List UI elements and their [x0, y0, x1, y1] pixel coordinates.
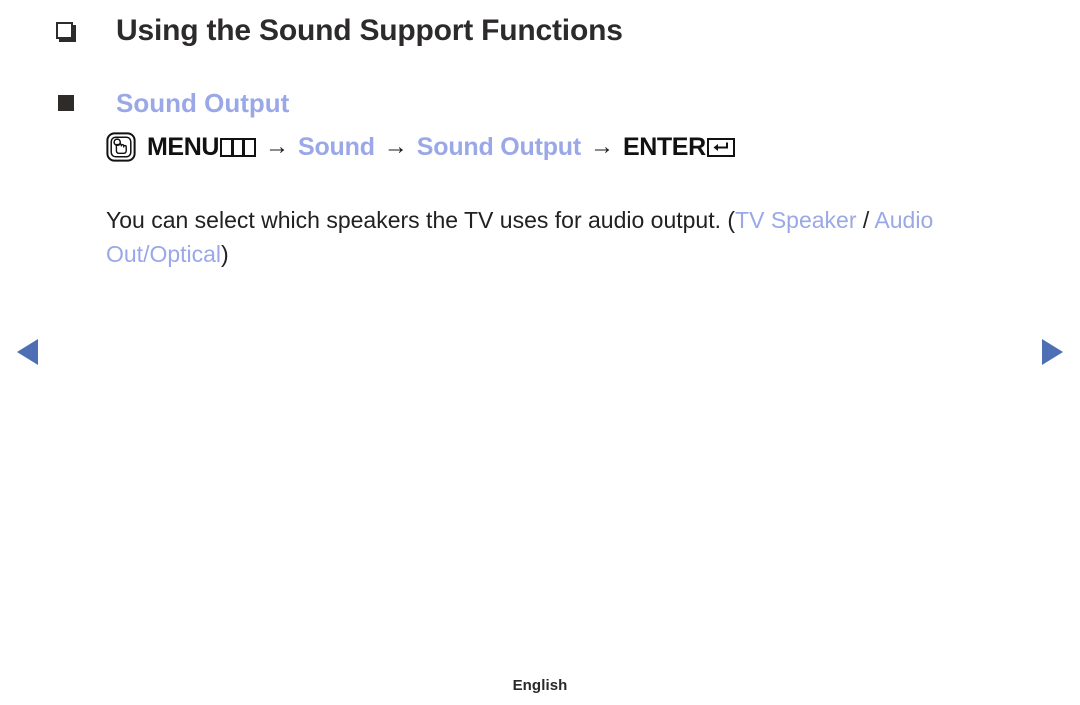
section-title-row: Sound Output: [58, 85, 289, 121]
description-paragraph: You can select which speakers the TV use…: [106, 203, 986, 271]
description-separator: /: [856, 207, 875, 233]
next-arrow-icon[interactable]: [1042, 339, 1063, 365]
menu-label: MENU: [147, 133, 220, 161]
menu-columns-icon: [220, 137, 257, 157]
hollow-square-bullet-icon: [56, 22, 73, 39]
filled-square-bullet-icon: [58, 95, 74, 111]
enter-label: ENTER: [623, 133, 706, 161]
remote-button-press-icon: [106, 132, 136, 162]
page-root: Using the Sound Support Functions Sound …: [0, 0, 1080, 705]
path-arrow-3: →: [590, 133, 614, 160]
description-part-1: You can select which speakers the TV use…: [106, 207, 736, 233]
option-tv-speaker: TV Speaker: [735, 207, 857, 233]
footer-language: English: [512, 677, 568, 694]
menu-step-sound[interactable]: Sound: [298, 131, 375, 163]
section-title: Sound Output: [116, 88, 290, 118]
prev-arrow-icon[interactable]: [17, 339, 38, 365]
enter-return-arrow-icon: [706, 137, 735, 157]
menu-step-sound-output[interactable]: Sound Output: [417, 131, 581, 163]
path-arrow-1: →: [265, 133, 290, 160]
menu-path-line: MENU → Sound → Sound Output → ENTER: [106, 131, 735, 163]
page-title-row: Using the Sound Support Functions: [56, 10, 623, 52]
page-title: Using the Sound Support Functions: [116, 14, 623, 47]
description-part-2: ): [221, 241, 229, 267]
path-arrow-2: →: [383, 133, 408, 160]
